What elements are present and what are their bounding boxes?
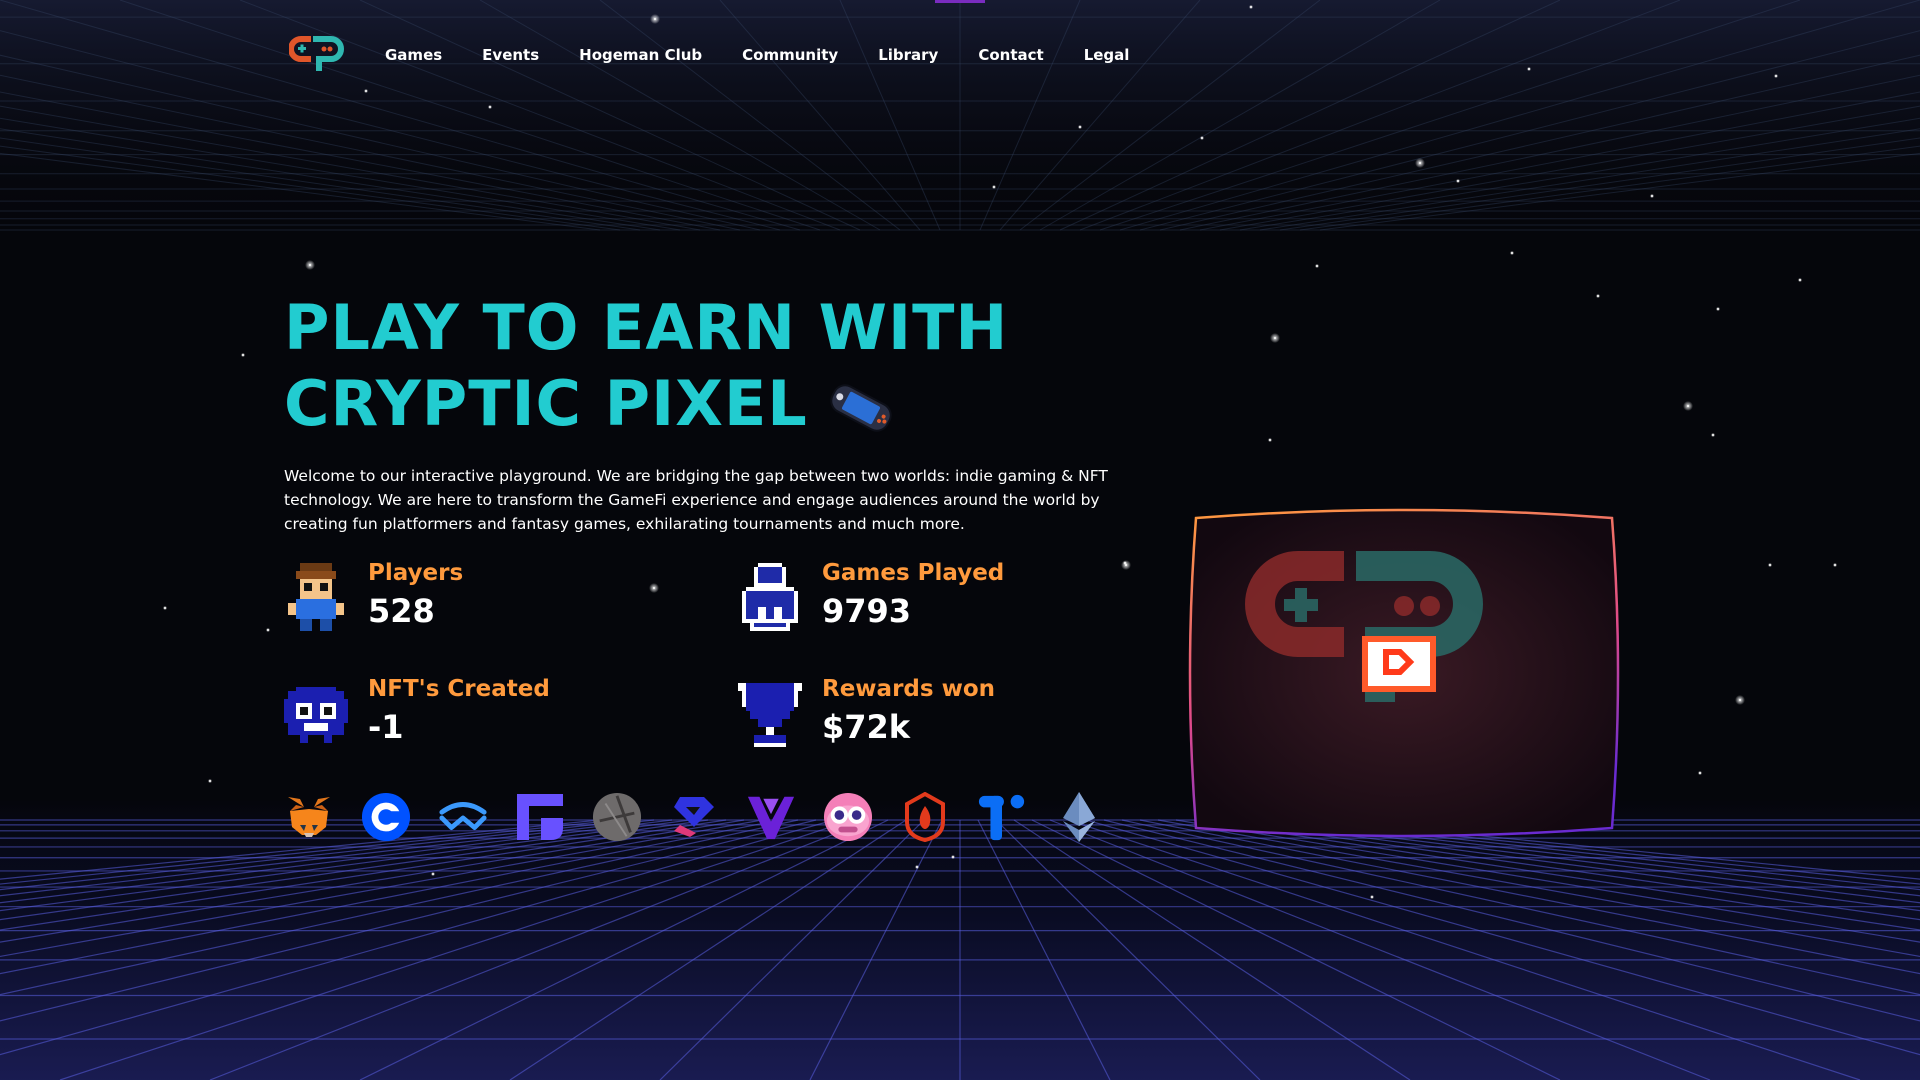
stat-rewards-won: Rewards won $72k bbox=[738, 672, 1078, 762]
pixel-trophy-icon bbox=[738, 683, 802, 747]
metamask-fox-icon[interactable] bbox=[284, 788, 334, 846]
stat-nfts-created-label: NFT's Created bbox=[368, 676, 550, 702]
crt-screen bbox=[1186, 506, 1622, 840]
top-accent-bar bbox=[935, 0, 985, 3]
cp-logo-crt-icon bbox=[1188, 508, 1620, 838]
nav-games[interactable]: Games bbox=[385, 46, 442, 64]
hero-title-line-2: CRYPTIC PIXEL bbox=[284, 367, 808, 440]
hero-section: PLAY TO EARN WITH CRYPTIC PIXEL Welcome … bbox=[284, 290, 1164, 552]
partner-logos bbox=[284, 788, 1104, 846]
pixel-player-icon bbox=[288, 563, 344, 631]
nav-hogeman-club[interactable]: Hogeman Club bbox=[579, 46, 702, 64]
nav-community[interactable]: Community bbox=[742, 46, 838, 64]
hero-title: PLAY TO EARN WITH CRYPTIC PIXEL bbox=[284, 290, 1164, 442]
hero-title-line-1: PLAY TO EARN WITH bbox=[284, 291, 1009, 364]
portis-icon[interactable] bbox=[669, 788, 719, 846]
stat-rewards-won-label: Rewards won bbox=[822, 676, 996, 702]
venly-icon[interactable] bbox=[592, 788, 642, 846]
main-nav: Games Events Hogeman Club Community Libr… bbox=[289, 30, 1129, 80]
cp-logo-icon[interactable] bbox=[289, 33, 345, 77]
vlaunch-icon[interactable] bbox=[746, 788, 796, 846]
pixel-creature-icon bbox=[284, 687, 348, 743]
hero-description: Welcome to our interactive playground. W… bbox=[284, 467, 1108, 533]
nav-events[interactable]: Events bbox=[482, 46, 539, 64]
stat-rewards-won-value: $72k bbox=[822, 708, 911, 746]
owl-icon[interactable] bbox=[823, 788, 873, 846]
stat-players: Players 528 bbox=[284, 556, 624, 646]
fortmatic-icon[interactable] bbox=[515, 788, 565, 846]
handheld-console-icon bbox=[830, 384, 892, 432]
stat-players-value: 528 bbox=[368, 592, 435, 630]
stat-games-played-label: Games Played bbox=[822, 560, 1005, 586]
torus-flame-icon[interactable] bbox=[900, 788, 950, 846]
stat-games-played: Games Played 9793 bbox=[738, 556, 1078, 646]
walletconnect-icon[interactable] bbox=[438, 788, 488, 846]
stat-players-label: Players bbox=[368, 560, 464, 586]
pixel-person-icon bbox=[742, 563, 798, 631]
stat-games-played-value: 9793 bbox=[822, 592, 912, 630]
nav-library[interactable]: Library bbox=[878, 46, 938, 64]
stat-nfts-created: NFT's Created -1 bbox=[284, 672, 624, 762]
nav-contact[interactable]: Contact bbox=[978, 46, 1043, 64]
stats-grid: Players 528 Games Played 9793 NFT's Crea… bbox=[284, 556, 1054, 756]
coinbase-icon[interactable] bbox=[361, 788, 411, 846]
ethereum-icon[interactable] bbox=[1054, 788, 1104, 846]
stat-nfts-created-value: -1 bbox=[368, 708, 404, 746]
nav-legal[interactable]: Legal bbox=[1084, 46, 1130, 64]
trust-icon[interactable] bbox=[977, 788, 1027, 846]
